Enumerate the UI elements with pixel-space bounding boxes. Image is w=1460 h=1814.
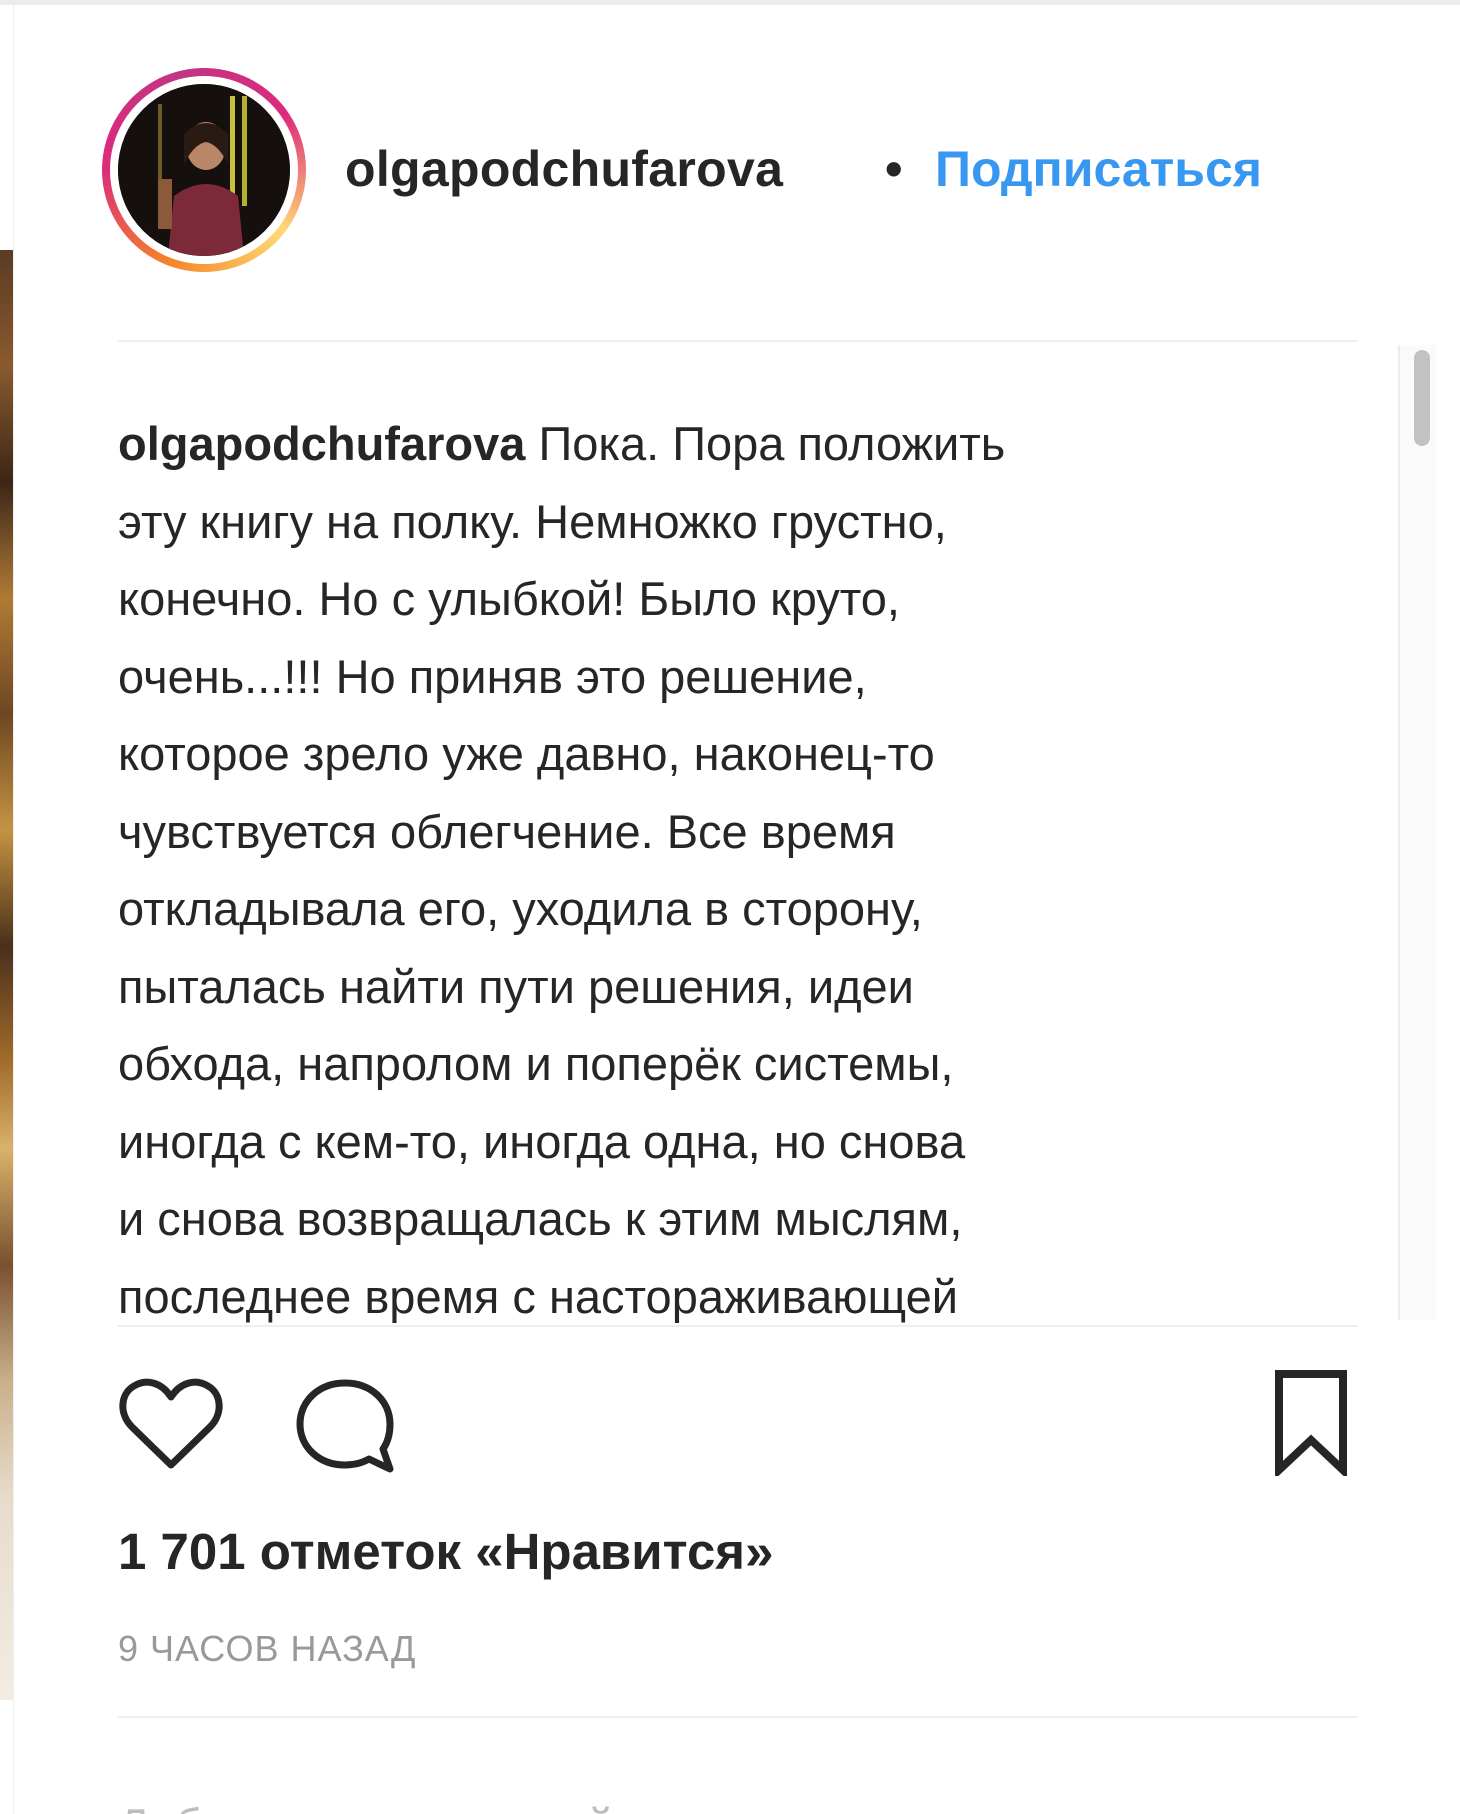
post-header: olgapodchufarova • Подписаться — [0, 0, 1460, 340]
caption: olgapodchufarova Пока. Пора положить эту… — [118, 405, 1358, 1325]
header-username[interactable]: olgapodchufarova — [345, 140, 783, 198]
caption-scroll-area[interactable]: olgapodchufarova Пока. Пора положить эту… — [118, 345, 1358, 1325]
scrollbar-thumb[interactable] — [1414, 350, 1430, 446]
caption-divider — [118, 1325, 1358, 1327]
avatar-inner-ring — [110, 76, 298, 264]
post-timestamp[interactable]: 9 часов назад — [118, 1628, 416, 1670]
bookmark-icon[interactable] — [1273, 1370, 1349, 1476]
caption-author[interactable]: olgapodchufarova — [118, 417, 525, 470]
post-image-edge — [0, 250, 13, 1700]
comment-input[interactable]: Добавьте комментарий... — [118, 1790, 778, 1814]
avatar[interactable] — [102, 68, 306, 272]
follow-button[interactable]: Подписаться — [935, 140, 1262, 198]
header-divider — [118, 340, 1358, 342]
separator-dot: • — [885, 141, 903, 197]
avatar-photo — [118, 84, 290, 256]
scrollbar-track[interactable] — [1398, 345, 1436, 1320]
likes-count[interactable]: 1 701 отметок «Нравится» — [118, 1522, 773, 1581]
comment-icon[interactable] — [294, 1377, 396, 1475]
heart-icon[interactable] — [118, 1377, 224, 1473]
action-bar — [118, 1370, 1358, 1480]
footer-divider — [118, 1716, 1358, 1718]
caption-body: Пока. Пора положить эту книгу на полку. … — [118, 417, 1006, 1323]
comment-placeholder: Добавьте комментарий... — [118, 1798, 778, 1814]
avatar-image — [118, 84, 290, 256]
